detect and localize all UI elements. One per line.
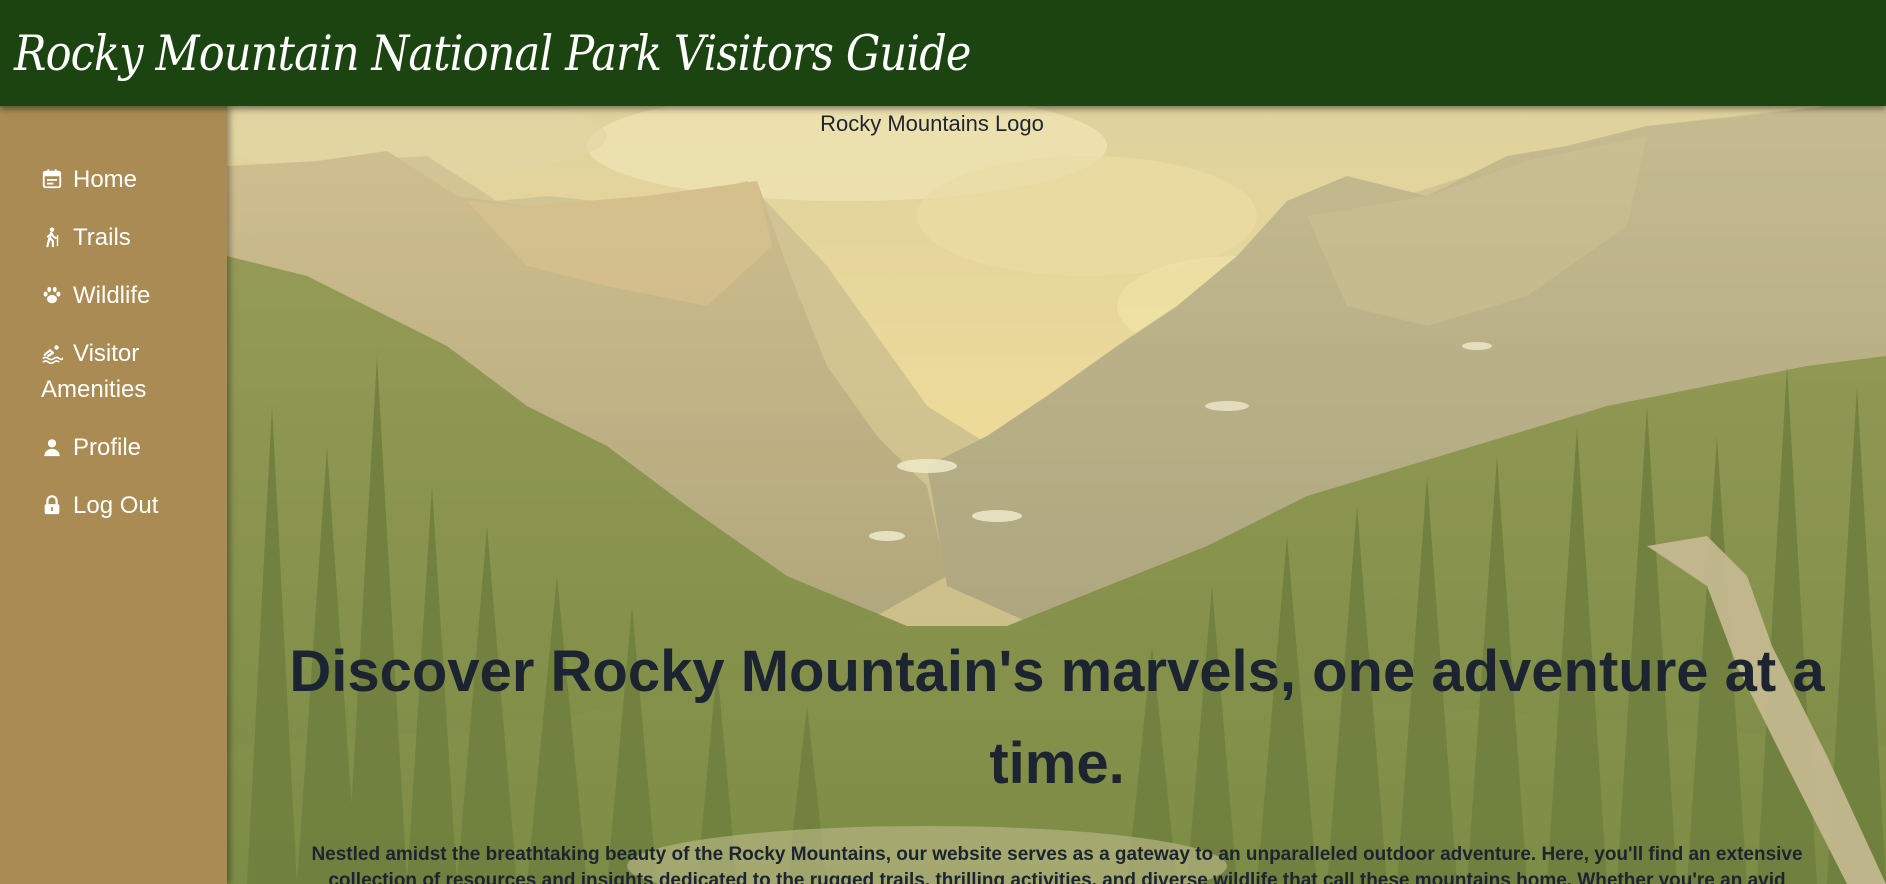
hiker-icon (41, 226, 63, 248)
swimmer-icon (41, 342, 63, 364)
hero-heading: Discover Rocky Mountain's marvels, one a… (289, 639, 1825, 796)
user-icon (41, 436, 63, 458)
site-title: Rocky Mountain National Park Visitors Gu… (14, 25, 971, 82)
calendar-icon (41, 168, 63, 190)
hero-intro-paragraph: Nestled amidst the breathtaking beauty o… (311, 844, 1803, 884)
sidebar-item-label: Profile (73, 434, 142, 461)
sidebar-item-label: Home (73, 166, 138, 193)
sidebar-item-wildlife[interactable]: Wildlife (41, 278, 211, 314)
sidebar-item-home[interactable]: Home (41, 162, 211, 198)
hero-section: Rocky Mountains Logo Discover Rocky Moun… (227, 106, 1886, 884)
sidebar-nav: Home Trails Wildlife Visitor Amenities P… (0, 106, 227, 884)
sidebar-item-label: Trails (73, 224, 131, 251)
sidebar-item-trails[interactable]: Trails (41, 220, 211, 256)
sidebar-item-label: Log Out (73, 492, 159, 519)
sidebar-item-visitor-amenities[interactable]: Visitor Amenities (41, 336, 211, 408)
sidebar-item-label: Wildlife (73, 282, 151, 309)
sidebar-item-profile[interactable]: Profile (41, 430, 211, 466)
sidebar-item-log-out[interactable]: Log Out (41, 488, 211, 524)
lock-icon (41, 494, 63, 516)
top-header: Rocky Mountain National Park Visitors Gu… (0, 0, 1886, 106)
paw-icon (41, 284, 63, 306)
site-logo: Rocky Mountains Logo (820, 111, 1044, 136)
